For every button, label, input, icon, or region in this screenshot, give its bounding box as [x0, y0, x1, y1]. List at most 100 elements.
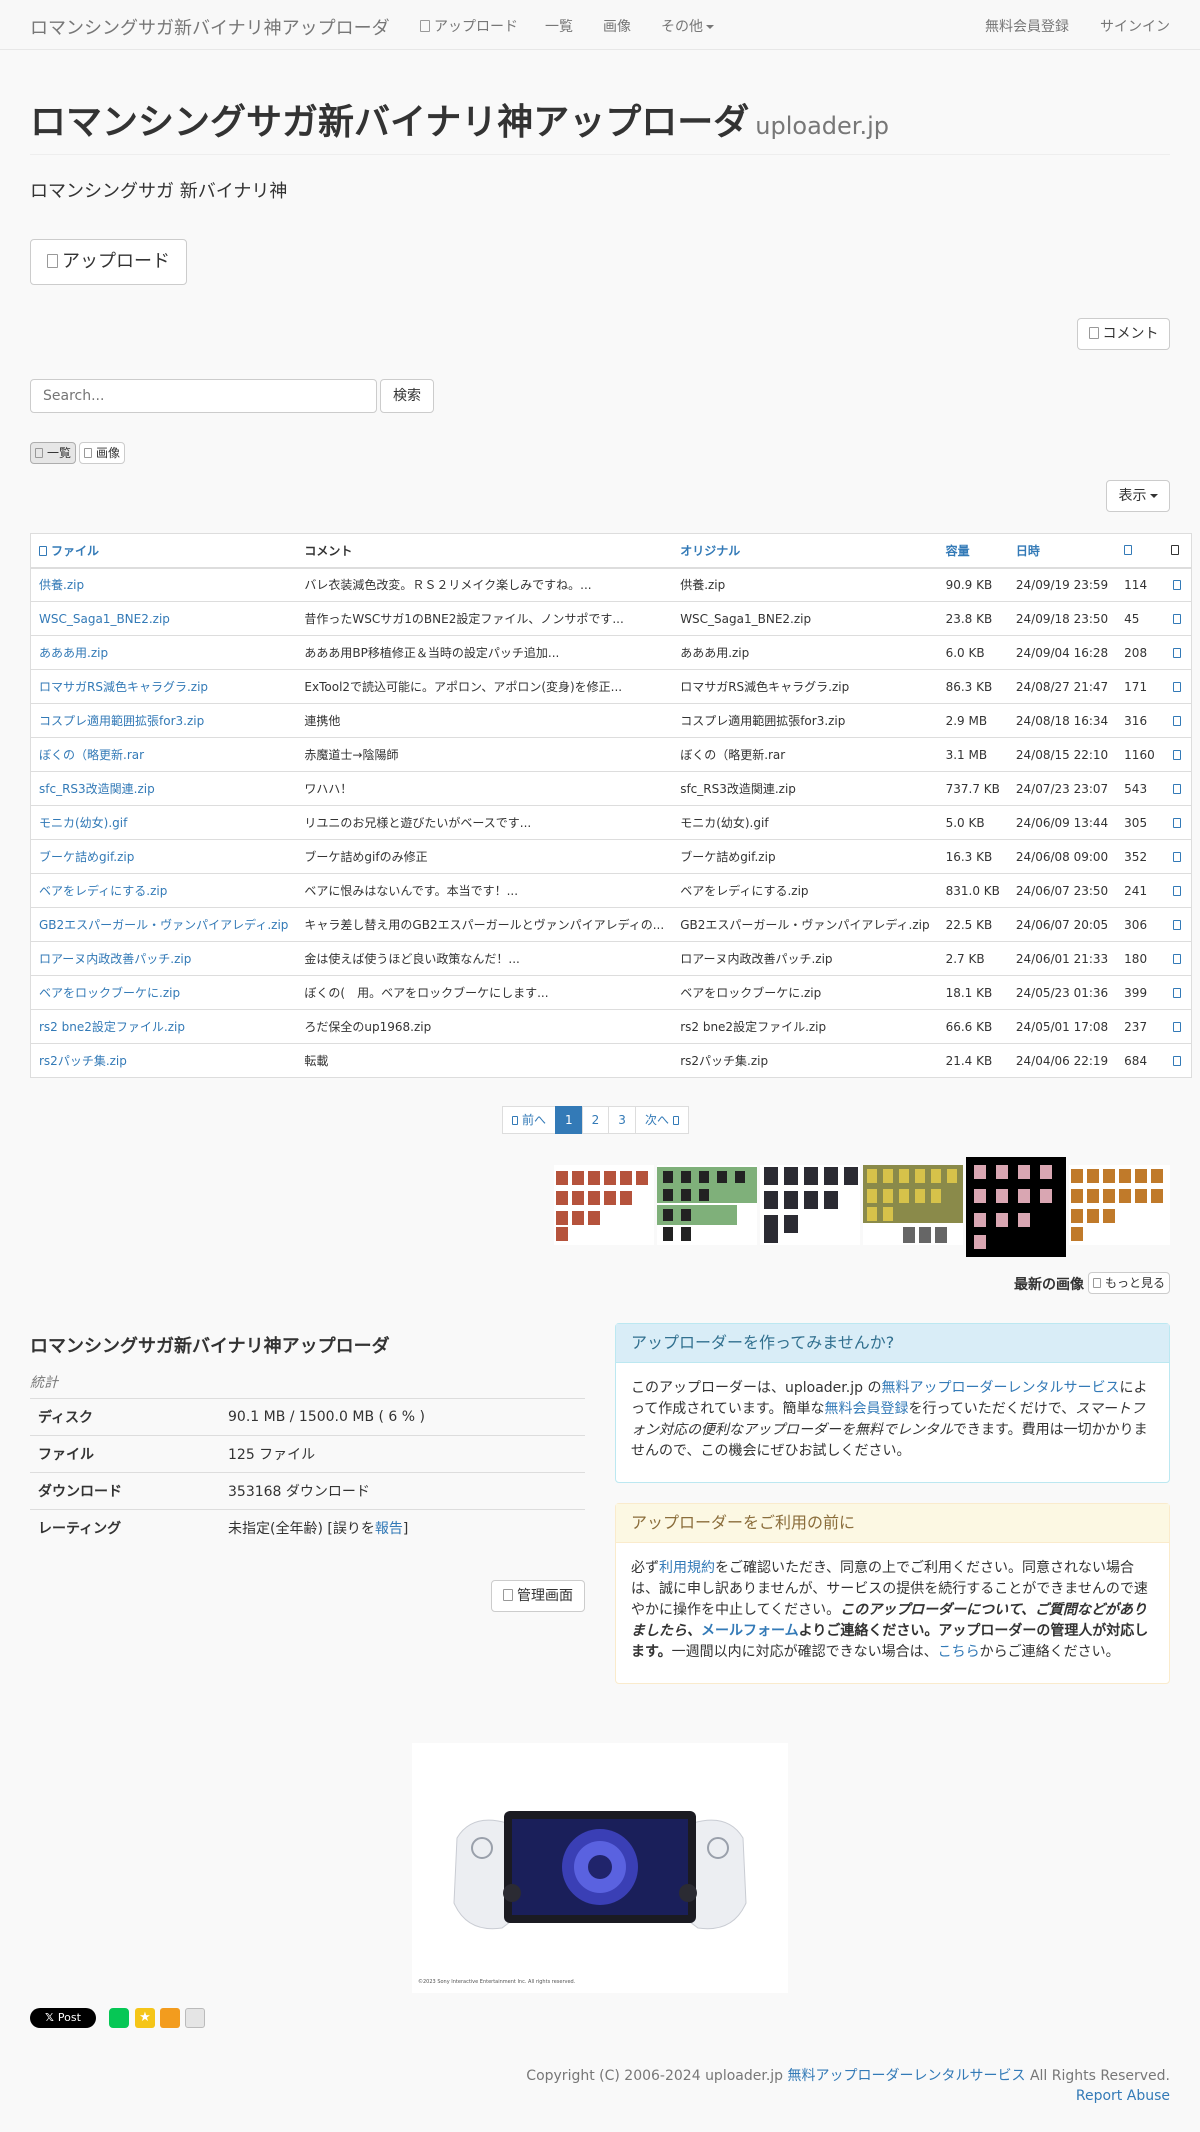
stats-value: 353168 ダウンロード [220, 1472, 585, 1510]
page-1[interactable]: 1 [555, 1106, 583, 1134]
nav-upload[interactable]: アップロード [420, 16, 518, 36]
size-cell: 18.1 KB [937, 975, 1008, 1010]
size-cell: 90.9 KB [937, 567, 1008, 602]
file-link[interactable]: GB2エスパーガール・ヴァンパイアレディ.zip [30, 907, 297, 942]
file-link[interactable]: ブーケ詰めgif.zip [30, 839, 297, 874]
page-next[interactable]: 次へ [634, 1106, 689, 1134]
download-icon[interactable] [1162, 601, 1192, 636]
file-link[interactable]: モニカ(幼女).gif [30, 805, 297, 840]
x-post-button[interactable]: 𝕏 Post [30, 2008, 96, 2028]
table-row: モニカ(幼女).gif リユニのお兄様と遊びたいがベースです... モニカ(幼女).… [30, 805, 1192, 840]
date-cell: 24/08/15 22:10 [1007, 737, 1117, 772]
contact-link[interactable]: こちら [938, 1644, 980, 1660]
nav-images[interactable]: 画像 [603, 16, 631, 36]
report-abuse-link[interactable]: Report Abuse [1076, 2088, 1170, 2104]
download-icon[interactable] [1162, 941, 1192, 976]
file-link[interactable]: sfc_RS3改造関連.zip [30, 771, 297, 806]
download-icon[interactable] [1162, 635, 1192, 670]
page-3[interactable]: 3 [608, 1106, 636, 1134]
thumbnail-image[interactable] [760, 1165, 860, 1245]
line-share-icon[interactable] [109, 2008, 129, 2028]
caret-down-icon [706, 25, 714, 29]
file-link[interactable]: WSC_Saga1_BNE2.zip [30, 601, 297, 636]
date-cell: 24/07/23 23:07 [1007, 771, 1117, 806]
thumbnail-image[interactable] [554, 1165, 654, 1245]
download-icon[interactable] [1162, 703, 1192, 738]
file-link[interactable]: ぼくの（略更新.rar [30, 737, 297, 772]
original-name-cell: GB2エスパーガール・ヴァンパイアレディ.zip [672, 907, 938, 942]
download-icon[interactable] [1162, 975, 1192, 1010]
list-icon [34, 448, 43, 458]
image-icon [1092, 1278, 1101, 1288]
copyright-text: Copyright (C) 2006-2024 uploader.jp [526, 2068, 788, 2084]
x-post-label: Post [57, 2011, 81, 2024]
comment-button[interactable]: コメント [1077, 318, 1170, 350]
download-icon[interactable] [1162, 1043, 1192, 1078]
view-list-button[interactable]: 一覧 [30, 442, 76, 464]
file-link[interactable]: ロアーヌ内政改善パッチ.zip [30, 941, 297, 976]
rss-icon[interactable] [160, 2008, 180, 2028]
file-link[interactable]: rs2パッチ集.zip [30, 1043, 297, 1078]
download-icon[interactable] [1162, 737, 1192, 772]
file-link[interactable]: ベアをレディにする.zip [30, 873, 297, 908]
more-images-button[interactable]: もっと見る [1088, 1272, 1170, 1294]
size-cell: 22.5 KB [937, 907, 1008, 942]
file-link[interactable]: ロマサガRS減色キャラグラ.zip [30, 669, 297, 704]
mail-form-link[interactable]: メールフォーム [701, 1623, 799, 1639]
col-size[interactable]: 容量 [937, 533, 1008, 569]
nav-other[interactable]: その他 [661, 16, 714, 36]
download-icon[interactable] [1162, 669, 1192, 704]
col-date[interactable]: 日時 [1007, 533, 1117, 569]
more-images-label: もっと見る [1104, 1276, 1165, 1290]
col-downloads[interactable] [1116, 533, 1163, 569]
image-icon [83, 448, 92, 458]
thumbnail-image[interactable] [657, 1165, 757, 1245]
file-link[interactable]: rs2 bne2設定ファイル.zip [30, 1009, 297, 1044]
stats-key: ダウンロード [30, 1472, 220, 1510]
thumbnail-image[interactable] [863, 1165, 963, 1245]
download-icon[interactable] [1162, 907, 1192, 942]
upload-button[interactable]: アップロード [30, 239, 187, 285]
favorite-star-icon[interactable]: ★ [135, 2008, 155, 2028]
size-cell: 66.6 KB [937, 1009, 1008, 1044]
register-link[interactable]: 無料会員登録 [824, 1401, 908, 1417]
date-cell: 24/06/09 13:44 [1007, 805, 1117, 840]
download-icon[interactable] [1162, 1009, 1192, 1044]
footer-service-link[interactable]: 無料アップローダーレンタルサービス [788, 2068, 1026, 2084]
file-link[interactable]: ベアをロックブーケに.zip [30, 975, 297, 1010]
view-images-label: 画像 [95, 446, 120, 460]
search-input[interactable] [30, 379, 377, 413]
download-count-cell: 45 [1116, 601, 1163, 636]
panel-title: アップローダーを作ってみませんか? [616, 1324, 1169, 1363]
thumbnail-image[interactable] [966, 1157, 1066, 1257]
advertisement[interactable]: ©2023 Sony Interactive Entertainment Inc… [412, 1743, 788, 1993]
download-icon[interactable] [1162, 839, 1192, 874]
download-icon[interactable] [1162, 873, 1192, 908]
download-icon[interactable] [1162, 567, 1192, 602]
nav-register[interactable]: 無料会員登録 [985, 16, 1069, 36]
file-link[interactable]: 供養.zip [30, 567, 297, 602]
terms-link[interactable]: 利用規約 [659, 1560, 715, 1576]
rental-service-link[interactable]: 無料アップローダーレンタルサービス [881, 1380, 1119, 1396]
navbar-brand[interactable]: ロマンシングサガ新バイナリ神アップローダ [30, 14, 390, 40]
file-link[interactable]: あああ用.zip [30, 635, 297, 670]
display-dropdown[interactable]: 表示 [1106, 480, 1170, 512]
view-images-button[interactable]: 画像 [79, 442, 125, 464]
comment-cell: バレ衣装減色改変。ＲＳ２リメイク楽しみですね。... [296, 567, 673, 602]
download-icon[interactable] [1162, 805, 1192, 840]
stats-caption: 統計 [30, 1375, 58, 1391]
thumbnail-image[interactable] [1069, 1165, 1170, 1245]
col-file[interactable]: ファイル [30, 533, 297, 569]
report-rating-link[interactable]: 報告 [375, 1521, 403, 1537]
download-icon[interactable] [1162, 771, 1192, 806]
page-prev[interactable]: 前へ [502, 1106, 557, 1134]
page-2[interactable]: 2 [581, 1106, 610, 1134]
admin-button[interactable]: 管理画面 [491, 1580, 585, 1612]
search-button[interactable]: 検索 [380, 379, 434, 413]
mail-icon[interactable] [185, 2008, 205, 2028]
nav-list[interactable]: 一覧 [545, 16, 573, 36]
nav-signin[interactable]: サインイン [1100, 16, 1170, 36]
size-cell: 6.0 KB [937, 635, 1008, 670]
col-original[interactable]: オリジナル [672, 533, 938, 569]
file-link[interactable]: コスプレ適用範囲拡張for3.zip [30, 703, 297, 738]
